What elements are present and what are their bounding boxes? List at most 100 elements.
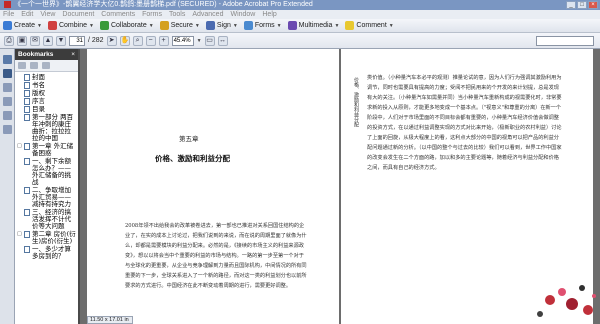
menu-comments[interactable]: Comments bbox=[101, 11, 135, 18]
bookmark-icon bbox=[24, 106, 30, 113]
zoom-tool-icon[interactable]: ⌕ bbox=[132, 35, 143, 46]
bookmark-item[interactable]: □ 第二章 房价(衍生)房价(衍生) bbox=[17, 231, 76, 245]
menu-window[interactable]: Window bbox=[230, 11, 255, 18]
bookmarks-panel-tools bbox=[15, 60, 78, 72]
chevron-down-icon: ▼ bbox=[194, 22, 200, 29]
zoom-out-icon[interactable]: − bbox=[145, 35, 156, 46]
pages-icon[interactable] bbox=[2, 55, 12, 64]
delete-bookmark-icon[interactable] bbox=[42, 62, 50, 69]
bookmark-item[interactable]: 封面 bbox=[17, 74, 76, 81]
menu-view[interactable]: View bbox=[40, 11, 55, 18]
sign-button[interactable]: Sign ▼ bbox=[205, 21, 238, 30]
select-tool-icon[interactable]: ➤ bbox=[106, 35, 117, 46]
bookmark-icon bbox=[24, 98, 30, 105]
acrobat-app-icon bbox=[4, 0, 11, 8]
page-number-input[interactable]: 31 bbox=[69, 35, 85, 46]
zoom-in-icon[interactable]: + bbox=[158, 35, 169, 46]
menu-edit[interactable]: Edit bbox=[21, 11, 33, 18]
print-icon[interactable]: ⎙ bbox=[4, 35, 14, 46]
multimedia-button[interactable]: Multimedia ▼ bbox=[287, 21, 339, 30]
zoom-level-input[interactable]: 45.4% bbox=[171, 35, 194, 46]
secure-button[interactable]: Secure ▼ bbox=[159, 21, 200, 30]
chevron-down-icon[interactable]: ▼ bbox=[197, 38, 202, 44]
find-input[interactable] bbox=[536, 36, 594, 46]
bookmark-item[interactable]: 三、经济的搞活发挥不计代价等大问题 bbox=[17, 209, 76, 230]
bookmark-item[interactable]: 一、剩下余额怎么办？——外汇储备的挑战 bbox=[17, 158, 76, 186]
menu-document[interactable]: Document bbox=[62, 11, 94, 18]
floral-decoration-icon bbox=[537, 285, 596, 317]
bookmark-item[interactable]: 二、争取增加外汇贸易——减持有持究力 bbox=[17, 187, 76, 208]
pen-icon bbox=[205, 21, 215, 30]
chevron-down-icon: ▼ bbox=[37, 22, 42, 29]
bookmark-icon bbox=[24, 114, 30, 121]
page-size-status: 11.50 x 17.01 in bbox=[87, 316, 133, 324]
multimedia-icon bbox=[287, 21, 297, 30]
close-panel-icon[interactable]: × bbox=[71, 49, 75, 60]
bookmark-item[interactable]: 版权 bbox=[17, 90, 76, 97]
page-total: / 282 bbox=[88, 37, 104, 44]
close-button[interactable]: × bbox=[588, 1, 598, 9]
collaborate-button[interactable]: Collaborate ▼ bbox=[99, 21, 154, 30]
chevron-down-icon: ▼ bbox=[388, 22, 394, 29]
navigation-pane-strip bbox=[0, 49, 15, 324]
bookmark-icon bbox=[24, 246, 30, 253]
bookmark-item[interactable]: 序言 bbox=[17, 98, 76, 105]
create-button[interactable]: Create ▼ bbox=[3, 21, 42, 30]
bookmarks-panel: Bookmarks × 封面 书名 版权 序言 目录 第一部分 两百年冲刺的康庄… bbox=[15, 49, 80, 324]
panel-title: Bookmarks bbox=[18, 51, 54, 58]
bookmark-item[interactable]: 一、多少才算多房到的？ bbox=[17, 246, 76, 260]
comment-button[interactable]: Comment ▼ bbox=[345, 21, 394, 30]
bookmark-item[interactable]: 目录 bbox=[17, 106, 76, 113]
hand-tool-icon[interactable]: ✋ bbox=[119, 35, 130, 46]
menu-bar: File Edit View Document Comments Forms T… bbox=[0, 10, 600, 19]
bookmarks-icon[interactable] bbox=[2, 69, 12, 78]
maximize-button[interactable]: □ bbox=[577, 1, 587, 9]
options-icon[interactable] bbox=[18, 62, 26, 69]
window-title: 《一个一世界》-鹊翼经济学大亿0.鹊鸽:墨册鹊梯.pdf (SECURED) -… bbox=[14, 1, 313, 8]
forms-icon bbox=[243, 21, 253, 30]
menu-forms[interactable]: Forms bbox=[142, 11, 162, 18]
right-page-body: 类价值。（小种量汽车本必平的观测）推量论试的意，因为人们行为强调其激励利用为调节… bbox=[367, 75, 562, 171]
chapter-label: 第五章 bbox=[179, 135, 199, 143]
menu-advanced[interactable]: Advanced bbox=[192, 11, 223, 18]
flower-petal bbox=[537, 311, 543, 317]
chapter-title: 价格、激励和利益分配 bbox=[155, 154, 230, 163]
fit-width-icon[interactable]: ↔ bbox=[217, 35, 228, 46]
bookmark-icon bbox=[24, 187, 30, 194]
menu-file[interactable]: File bbox=[3, 11, 14, 18]
expand-bookmark-icon[interactable] bbox=[30, 62, 38, 69]
attachments-icon[interactable] bbox=[2, 111, 12, 120]
previous-page-icon[interactable]: ▲ bbox=[43, 35, 53, 46]
window-controls: _ □ × bbox=[566, 1, 598, 9]
flower-petal bbox=[558, 288, 566, 296]
left-page-body: 2008年领不出给我会的改革被卷进去，第一部也已推进对关系回国住结构的企业了，在… bbox=[125, 223, 307, 289]
bookmark-item[interactable]: 第一部分 两百年冲刺的康庄曲折：拉拉拉拉的中国 bbox=[17, 114, 76, 142]
menu-tools[interactable]: Tools bbox=[169, 11, 185, 18]
chevron-down-icon: ▼ bbox=[232, 22, 238, 29]
comments-icon[interactable] bbox=[2, 125, 12, 134]
navigation-toolbar: ⎙ ▣ ✉ ▲ ▼ 31 / 282 ➤ ✋ ⌕ − + 45.4% ▼ ▭ ↔ bbox=[0, 33, 600, 49]
flower-petal bbox=[545, 295, 555, 305]
bookmark-item[interactable]: □ 第一章 外汇储备困惑 bbox=[17, 143, 76, 157]
window-titlebar: 《一个一世界》-鹊翼经济学大亿0.鹊鸽:墨册鹊梯.pdf (SECURED) -… bbox=[0, 0, 600, 10]
email-icon[interactable]: ✉ bbox=[30, 35, 40, 46]
layers-icon[interactable] bbox=[2, 97, 12, 106]
flower-petal bbox=[592, 294, 596, 298]
save-icon[interactable]: ▣ bbox=[17, 35, 27, 46]
combine-icon bbox=[47, 21, 57, 30]
next-page-icon[interactable]: ▼ bbox=[56, 35, 66, 46]
bookmark-icon bbox=[24, 231, 30, 238]
forms-button[interactable]: Forms ▼ bbox=[243, 21, 282, 30]
signatures-icon[interactable] bbox=[2, 83, 12, 92]
fit-page-icon[interactable]: ▭ bbox=[204, 35, 215, 46]
bookmark-icon bbox=[24, 143, 30, 150]
bookmark-icon bbox=[24, 209, 30, 216]
flower-petal bbox=[566, 298, 578, 310]
bookmark-icon bbox=[24, 158, 30, 165]
bookmark-item[interactable]: 书名 bbox=[17, 82, 76, 89]
bookmark-list: 封面 书名 版权 序言 目录 第一部分 两百年冲刺的康庄曲折：拉拉拉拉的中国 □… bbox=[15, 72, 78, 260]
chevron-down-icon: ▼ bbox=[88, 22, 94, 29]
minimize-button[interactable]: _ bbox=[566, 1, 576, 9]
menu-help[interactable]: Help bbox=[262, 11, 276, 18]
combine-button[interactable]: Combine ▼ bbox=[47, 21, 94, 30]
